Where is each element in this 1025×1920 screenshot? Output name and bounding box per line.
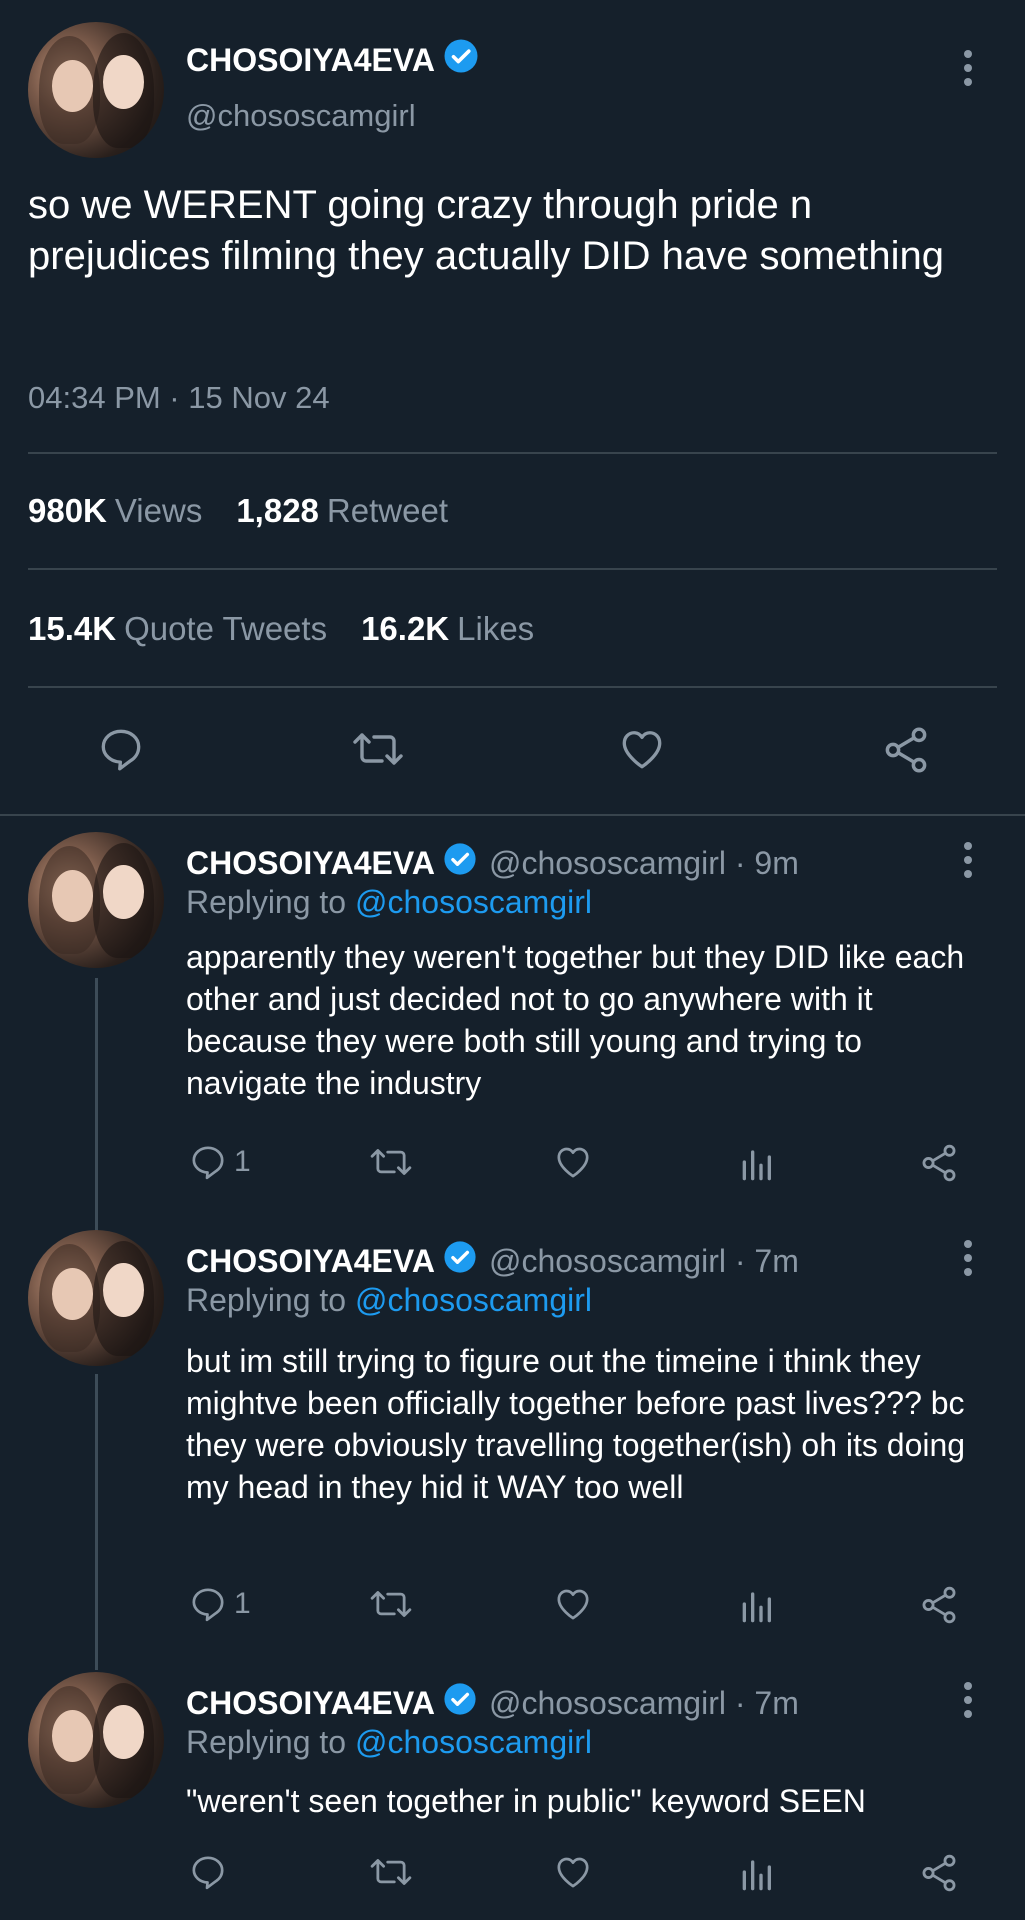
author-display-name[interactable]: CHOSOIYA4EVA — [186, 1685, 435, 1722]
reply-tweet[interactable]: CHOSOIYA4EVA @chososcamgirl · 7m Replyin… — [0, 1672, 1025, 1920]
quote-tweets-label[interactable]: Quote Tweets — [124, 610, 327, 648]
author-display-name[interactable]: CHOSOIYA4EVA — [186, 845, 435, 882]
tweet-thread-page: CHOSOIYA4EVA @chososcamgirl so we WERENT… — [0, 0, 1025, 1920]
reply-icon — [96, 724, 146, 774]
more-vertical-icon[interactable] — [960, 1240, 976, 1276]
replying-to-prefix: Replying to — [186, 1724, 347, 1760]
replying-to-prefix: Replying to — [186, 884, 347, 920]
reply-author-row[interactable]: CHOSOIYA4EVA @chososcamgirl · 9m — [186, 842, 799, 884]
like-button[interactable] — [552, 1584, 594, 1624]
avatar[interactable] — [28, 1230, 164, 1366]
replying-to-mention[interactable]: @chososcamgirl — [355, 1282, 592, 1318]
author-display-name[interactable]: CHOSOIYA4EVA — [186, 1243, 435, 1280]
retweet-icon — [350, 724, 406, 774]
more-vertical-icon[interactable] — [960, 50, 976, 86]
retweet-button[interactable] — [368, 1142, 414, 1182]
likes-label[interactable]: Likes — [457, 610, 534, 648]
reply-text: but im still trying to figure out the ti… — [186, 1343, 966, 1505]
stats-row-quotes-likes: 15.4K Quote Tweets 16.2K Likes — [28, 610, 568, 648]
reply-author-row[interactable]: CHOSOIYA4EVA @chososcamgirl · 7m — [186, 1240, 799, 1282]
analytics-button[interactable] — [738, 1584, 774, 1624]
divider — [28, 568, 997, 570]
divider — [0, 814, 1025, 816]
like-icon — [552, 1142, 594, 1182]
like-button[interactable] — [616, 724, 668, 774]
views-count: 980K — [28, 492, 107, 529]
verified-badge-icon — [443, 1682, 477, 1724]
tweet-timestamp[interactable]: 04:34 PM · 15 Nov 24 — [28, 380, 330, 416]
retweet-icon — [368, 1852, 414, 1892]
replying-to-mention[interactable]: @chososcamgirl — [355, 1724, 592, 1760]
retweets-count[interactable]: 1,828 — [236, 492, 319, 530]
divider — [28, 452, 997, 454]
reply-count: 1 — [234, 1587, 251, 1620]
replying-to-mention[interactable]: @chososcamgirl — [355, 884, 592, 920]
tweet-text: so we WERENT going crazy through pride n… — [28, 183, 944, 278]
like-icon — [552, 1852, 594, 1892]
more-vertical-icon[interactable] — [960, 842, 976, 878]
replying-to-line: Replying to @chososcamgirl — [186, 1282, 592, 1319]
analytics-button[interactable] — [738, 1852, 774, 1892]
reply-icon — [188, 1584, 228, 1624]
reply-count: 1 — [234, 1145, 251, 1178]
avatar[interactable] — [28, 1672, 164, 1808]
like-icon — [552, 1584, 594, 1624]
author-handle-and-time[interactable]: @chososcamgirl · 7m — [489, 1243, 799, 1280]
share-icon — [880, 724, 932, 776]
replying-to-line: Replying to @chososcamgirl — [186, 1724, 592, 1761]
reply-tweet[interactable]: CHOSOIYA4EVA @chososcamgirl · 9m Replyin… — [0, 832, 1025, 1192]
reply-text: apparently they weren't together but the… — [186, 939, 965, 1101]
analytics-icon — [738, 1142, 774, 1182]
reply-button[interactable] — [188, 1852, 234, 1892]
avatar[interactable] — [28, 22, 164, 158]
like-icon — [616, 724, 668, 774]
reply-author-row[interactable]: CHOSOIYA4EVA @chososcamgirl · 7m — [186, 1682, 799, 1724]
reply-icon — [188, 1852, 228, 1892]
like-button[interactable] — [552, 1852, 594, 1892]
share-button[interactable] — [918, 1584, 960, 1626]
stats-row-views-retweets: 980K Views 1,828 Retweet — [28, 492, 482, 530]
verified-badge-icon — [443, 1240, 477, 1282]
author-display-name[interactable]: CHOSOIYA4EVA — [186, 42, 435, 79]
retweet-icon — [368, 1142, 414, 1182]
more-vertical-icon[interactable] — [960, 1682, 976, 1718]
analytics-icon — [738, 1852, 774, 1892]
reply-text: "weren't seen together in public" keywor… — [186, 1783, 866, 1819]
share-button[interactable] — [918, 1852, 960, 1894]
divider — [28, 686, 997, 688]
verified-badge-icon — [443, 38, 479, 82]
replying-to-line: Replying to @chososcamgirl — [186, 884, 592, 921]
share-button[interactable] — [880, 724, 932, 776]
retweets-label[interactable]: Retweet — [327, 492, 448, 530]
retweet-button[interactable] — [368, 1584, 414, 1624]
share-icon — [918, 1852, 960, 1894]
views-label: Views — [114, 492, 203, 529]
verified-badge-icon — [443, 842, 477, 884]
reply-button[interactable] — [96, 724, 146, 774]
reply-button[interactable]: 1 — [188, 1584, 251, 1624]
share-icon — [918, 1142, 960, 1184]
author-handle[interactable]: @chososcamgirl — [186, 98, 416, 134]
reply-icon — [188, 1142, 228, 1182]
quote-tweets-count[interactable]: 15.4K — [28, 610, 116, 648]
author-handle-and-time[interactable]: @chososcamgirl · 9m — [489, 845, 799, 882]
main-tweet: CHOSOIYA4EVA @chososcamgirl so we WERENT… — [0, 0, 1025, 816]
analytics-icon — [738, 1584, 774, 1624]
author-handle-and-time[interactable]: @chososcamgirl · 7m — [489, 1685, 799, 1722]
main-action-bar — [0, 710, 1025, 790]
share-button[interactable] — [918, 1142, 960, 1184]
avatar[interactable] — [28, 832, 164, 968]
retweet-button[interactable] — [350, 724, 406, 774]
like-button[interactable] — [552, 1142, 594, 1182]
likes-count[interactable]: 16.2K — [361, 610, 449, 648]
retweet-icon — [368, 1584, 414, 1624]
reply-tweet[interactable]: CHOSOIYA4EVA @chososcamgirl · 7m Replyin… — [0, 1230, 1025, 1630]
replying-to-prefix: Replying to — [186, 1282, 347, 1318]
share-icon — [918, 1584, 960, 1626]
author-name-row[interactable]: CHOSOIYA4EVA — [186, 38, 479, 82]
reply-button[interactable]: 1 — [188, 1142, 251, 1182]
analytics-button[interactable] — [738, 1142, 774, 1182]
retweet-button[interactable] — [368, 1852, 414, 1892]
